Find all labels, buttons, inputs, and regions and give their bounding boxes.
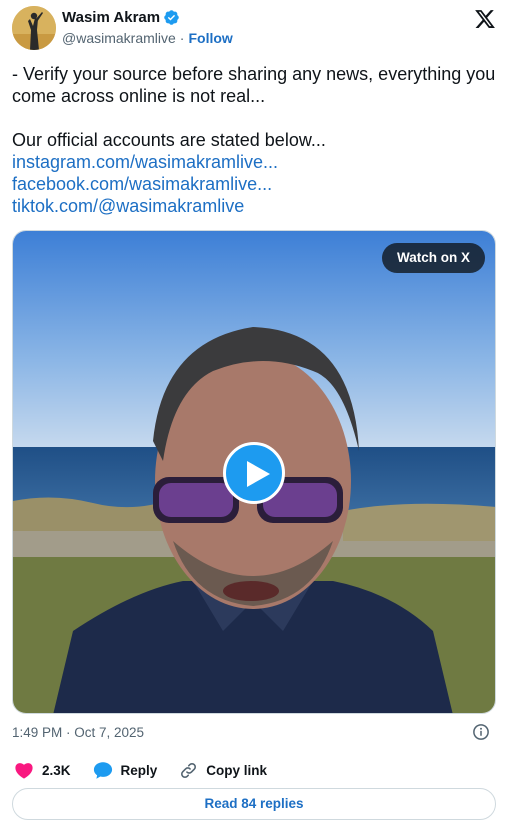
- timestamp-row: 1:49 PM · Oct 7, 2025: [12, 722, 496, 742]
- timestamp[interactable]: 1:49 PM · Oct 7, 2025: [12, 725, 144, 740]
- avatar[interactable]: [12, 6, 56, 50]
- like-button[interactable]: 2.3K: [14, 761, 71, 779]
- read-replies-button[interactable]: Read 84 replies: [12, 788, 496, 820]
- facebook-link[interactable]: facebook.com/wasimakramlive...: [12, 173, 498, 195]
- display-name[interactable]: Wasim Akram: [62, 9, 160, 26]
- follow-link[interactable]: Follow: [188, 30, 232, 46]
- heart-icon: [15, 763, 33, 779]
- reply-button[interactable]: Reply: [93, 761, 158, 780]
- tweet-line-2: Our official accounts are stated below..…: [12, 130, 326, 150]
- copy-link-button[interactable]: Copy link: [179, 761, 267, 780]
- reply-label: Reply: [120, 762, 158, 778]
- action-bar: 2.3K Reply Copy link: [14, 760, 289, 780]
- name-row: Wasim Akram: [62, 9, 180, 26]
- tiktok-link[interactable]: tiktok.com/@wasimakramlive: [12, 195, 498, 217]
- x-logo-icon[interactable]: [474, 8, 496, 30]
- link-icon: [181, 762, 197, 778]
- tweet-text: - Verify your source before sharing any …: [12, 63, 498, 217]
- tweet-header: Wasim Akram @wasimakramlive · Follow: [12, 6, 498, 50]
- handle-row: @wasimakramlive · Follow: [62, 30, 233, 46]
- play-button[interactable]: [223, 442, 285, 504]
- tweet-line-1: - Verify your source before sharing any …: [12, 64, 496, 106]
- play-icon: [247, 461, 270, 487]
- copy-link-label: Copy link: [206, 762, 268, 778]
- separator-dot: ·: [179, 30, 185, 46]
- instagram-link[interactable]: instagram.com/wasimakramlive...: [12, 151, 498, 173]
- info-icon[interactable]: [472, 723, 490, 741]
- verified-badge-icon: [163, 9, 180, 26]
- watch-on-x-button[interactable]: Watch on X: [382, 243, 485, 273]
- like-count: 2.3K: [42, 762, 71, 778]
- video-player[interactable]: Watch on X: [12, 230, 496, 714]
- reply-bubble-icon: [93, 761, 112, 779]
- handle[interactable]: @wasimakramlive: [62, 30, 176, 46]
